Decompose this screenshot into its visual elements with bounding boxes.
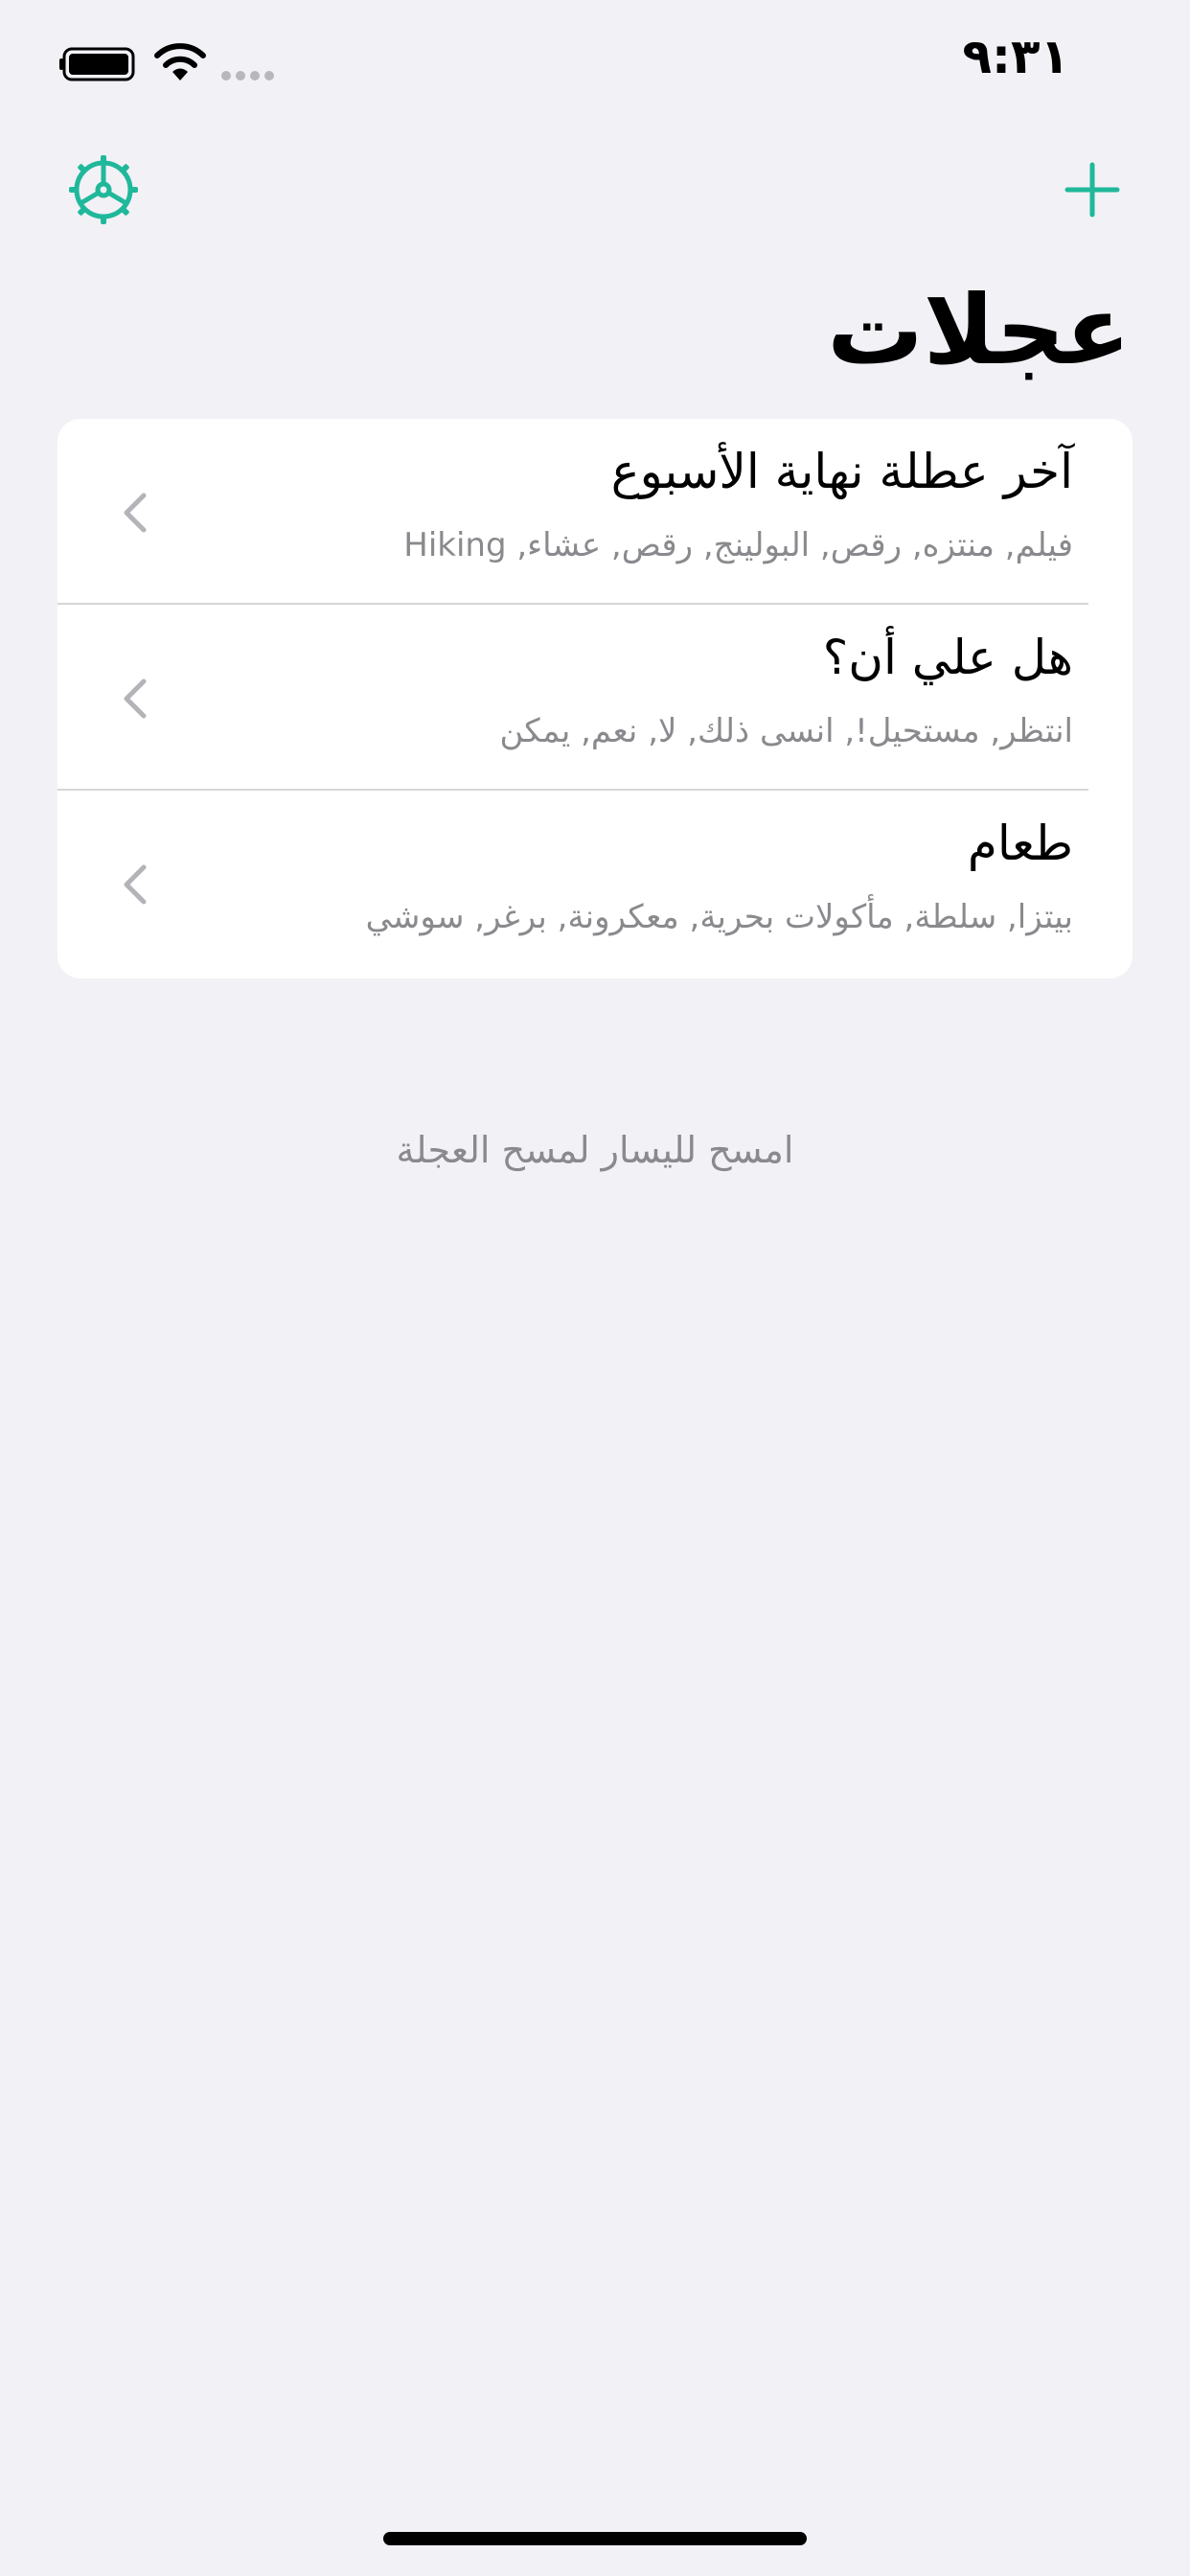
battery-icon [59,47,135,81]
swipe-hint: امسح لليسار لمسح العجلة [396,1129,794,1171]
wheel-title: هل علي أن؟ [822,630,1073,685]
chevron-left-icon [124,493,147,533]
chevron-left-icon [124,864,147,905]
chevron-left-icon [124,678,147,719]
wheels-list: آخر عطلة نهاية الأسبوع فيلم, منتزه, رقص,… [57,419,1133,978]
list-item[interactable]: هل علي أن؟ انتظر, مستحيل!, انسى ذلك, لا,… [57,605,1133,791]
list-item[interactable]: طعام بيتزا, سلطة, مأكولات بحرية, معكرونة… [57,791,1133,977]
wheel-options: انتظر, مستحيل!, انسى ذلك, لا, نعم, يمكن [499,712,1074,750]
wheel-options: بيتزا, سلطة, مأكولات بحرية, معكرونة, برغ… [365,898,1073,936]
status-bar: ٩:٣١ [0,0,1190,125]
list-item[interactable]: آخر عطلة نهاية الأسبوع فيلم, منتزه, رقص,… [57,419,1133,605]
wheel-title: طعام [967,816,1073,871]
signal-icon [221,71,274,80]
page-title: عجلات [827,274,1131,386]
wheel-title: آخر عطلة نهاية الأسبوع [610,444,1073,499]
home-indicator[interactable] [383,2532,807,2545]
add-button[interactable] [1064,161,1121,218]
status-time: ٩:٣١ [962,29,1069,84]
wifi-icon [154,43,206,80]
wheel-options: فيلم, منتزه, رقص, البولينج, رقص, عشاء, H… [403,526,1073,564]
gear-icon[interactable] [67,153,140,226]
